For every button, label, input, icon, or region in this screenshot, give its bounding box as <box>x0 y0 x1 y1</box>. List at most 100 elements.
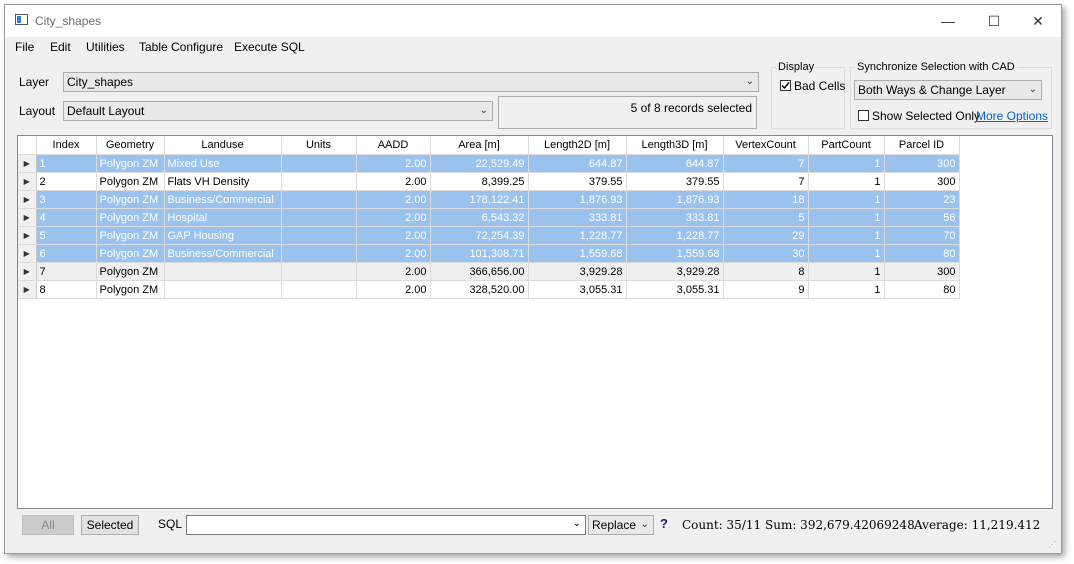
table-cell[interactable] <box>281 244 357 263</box>
table-cell[interactable]: 18 <box>723 190 809 209</box>
table-row[interactable]: ▶ 6 Polygon ZM Business/Commercial 2.00 101,3… <box>18 244 960 263</box>
table-cell[interactable]: Business/Commercial <box>164 190 282 209</box>
col-header-index[interactable]: Index <box>36 136 97 155</box>
col-header-length3d[interactable]: Length3D [m] <box>626 136 724 155</box>
table-cell[interactable]: 29 <box>723 226 809 245</box>
table-cell[interactable]: 2.00 <box>356 208 431 227</box>
table-cell[interactable]: 72,254.39 <box>430 226 529 245</box>
menu-table-configure[interactable]: Table Configure <box>139 40 223 54</box>
table-cell[interactable]: 379.55 <box>528 172 627 191</box>
table-cell[interactable]: 300 <box>884 262 960 281</box>
row-indicator-icon[interactable]: ▶ <box>18 154 37 173</box>
table-cell[interactable] <box>281 154 357 173</box>
table-cell[interactable]: 2.00 <box>356 244 431 263</box>
menu-edit[interactable]: Edit <box>50 40 71 54</box>
table-row[interactable]: ▶ 2 Polygon ZM Flats VH Density 2.00 8,399.25… <box>18 172 960 191</box>
menu-execute-sql[interactable]: Execute SQL <box>234 40 305 54</box>
table-cell[interactable]: 8,399.25 <box>430 172 529 191</box>
table-cell[interactable]: 1 <box>808 262 885 281</box>
table-cell[interactable]: 23 <box>884 190 960 209</box>
show-selected-only-checkbox[interactable] <box>858 110 869 121</box>
table-cell[interactable]: 1,559.68 <box>626 244 724 263</box>
table-cell[interactable]: 2.00 <box>356 262 431 281</box>
col-header-geometry[interactable]: Geometry <box>96 136 165 155</box>
col-header-aadd[interactable]: AADD <box>356 136 431 155</box>
table-cell[interactable]: 56 <box>884 208 960 227</box>
table-cell[interactable] <box>281 280 357 299</box>
table-row[interactable]: ▶ 5 Polygon ZM GAP Housing 2.00 72,254.39 1,22… <box>18 226 960 245</box>
help-icon[interactable]: ? <box>660 516 668 531</box>
table-cell[interactable]: Mixed Use <box>164 154 282 173</box>
menu-file[interactable]: File <box>15 40 34 54</box>
table-cell[interactable]: 2 <box>36 172 97 191</box>
table-cell[interactable]: 8 <box>723 262 809 281</box>
table-cell[interactable]: GAP Housing <box>164 226 282 245</box>
all-button[interactable]: All <box>22 515 74 535</box>
table-cell[interactable]: 80 <box>884 280 960 299</box>
table-cell[interactable]: Polygon ZM <box>96 262 165 281</box>
col-header-vertexcount[interactable]: VertexCount <box>723 136 809 155</box>
table-row[interactable]: ▶ 7 Polygon ZM 2.00 366,656.00 3,929.28 3,929.… <box>18 262 960 281</box>
table-cell[interactable] <box>281 208 357 227</box>
table-cell[interactable]: 30 <box>723 244 809 263</box>
table-cell[interactable] <box>281 226 357 245</box>
table-cell[interactable]: 3,929.28 <box>626 262 724 281</box>
table-cell[interactable]: 7 <box>36 262 97 281</box>
table-cell[interactable]: 70 <box>884 226 960 245</box>
sql-input[interactable]: ⌄ <box>186 515 586 535</box>
table-cell[interactable]: 6 <box>36 244 97 263</box>
table-cell[interactable]: 1 <box>808 208 885 227</box>
table-row[interactable]: ▶ 3 Polygon ZM Business/Commercial 2.00 178,1… <box>18 190 960 209</box>
selected-button[interactable]: Selected <box>81 515 139 535</box>
table-cell[interactable]: Polygon ZM <box>96 172 165 191</box>
table-cell[interactable]: 1 <box>808 190 885 209</box>
table-cell[interactable]: 300 <box>884 154 960 173</box>
table-cell[interactable]: 333.81 <box>626 208 724 227</box>
table-cell[interactable]: 1,228.77 <box>528 226 627 245</box>
table-cell[interactable]: 2.00 <box>356 190 431 209</box>
table-cell[interactable]: 644.87 <box>626 154 724 173</box>
table-cell[interactable]: 379.55 <box>626 172 724 191</box>
table-cell[interactable]: Business/Commercial <box>164 244 282 263</box>
row-indicator-icon[interactable]: ▶ <box>18 190 37 209</box>
table-cell[interactable]: 333.81 <box>528 208 627 227</box>
menu-utilities[interactable]: Utilities <box>86 40 125 54</box>
table-cell[interactable]: 2.00 <box>356 154 431 173</box>
col-header-units[interactable]: Units <box>281 136 357 155</box>
table-row[interactable]: ▶ 4 Polygon ZM Hospital 2.00 6,543.32 333.81 33… <box>18 208 960 227</box>
table-cell[interactable]: Polygon ZM <box>96 154 165 173</box>
row-indicator-icon[interactable]: ▶ <box>18 208 37 227</box>
table-cell[interactable]: Flats VH Density <box>164 172 282 191</box>
col-header-partcount[interactable]: PartCount <box>808 136 885 155</box>
col-header-landuse[interactable]: Landuse <box>164 136 282 155</box>
table-cell[interactable]: 6,543.32 <box>430 208 529 227</box>
table-cell[interactable]: Polygon ZM <box>96 244 165 263</box>
bad-cells-checkbox[interactable] <box>780 80 791 91</box>
table-cell[interactable] <box>164 262 282 281</box>
replace-mode-select[interactable]: Replace ⌄ <box>588 515 654 535</box>
table-cell[interactable]: 1 <box>808 154 885 173</box>
table-cell[interactable]: 300 <box>884 172 960 191</box>
row-indicator-icon[interactable]: ▶ <box>18 262 37 281</box>
table-cell[interactable]: 3,929.28 <box>528 262 627 281</box>
sync-mode-select[interactable]: Both Ways & Change Layer ⌄ <box>854 80 1042 100</box>
table-cell[interactable]: 5 <box>723 208 809 227</box>
attribute-table[interactable]: Index Geometry Landuse Units AADD Area [… <box>17 135 1053 509</box>
table-cell[interactable]: 328,520.00 <box>430 280 529 299</box>
table-cell[interactable]: 7 <box>723 172 809 191</box>
table-cell[interactable]: Hospital <box>164 208 282 227</box>
row-indicator-icon[interactable]: ▶ <box>18 280 37 299</box>
resize-grip-icon[interactable]: ⋰ <box>1048 540 1058 550</box>
table-cell[interactable]: 2.00 <box>356 226 431 245</box>
table-cell[interactable]: 22,529.49 <box>430 154 529 173</box>
minimize-button[interactable]: — <box>925 5 971 37</box>
table-cell[interactable]: 2.00 <box>356 172 431 191</box>
table-cell[interactable]: 4 <box>36 208 97 227</box>
row-indicator-icon[interactable]: ▶ <box>18 244 37 263</box>
table-cell[interactable]: 366,656.00 <box>430 262 529 281</box>
table-cell[interactable]: Polygon ZM <box>96 226 165 245</box>
col-header-area[interactable]: Area [m] <box>430 136 529 155</box>
table-cell[interactable] <box>164 280 282 299</box>
table-cell[interactable]: 80 <box>884 244 960 263</box>
col-header-length2d[interactable]: Length2D [m] <box>528 136 627 155</box>
